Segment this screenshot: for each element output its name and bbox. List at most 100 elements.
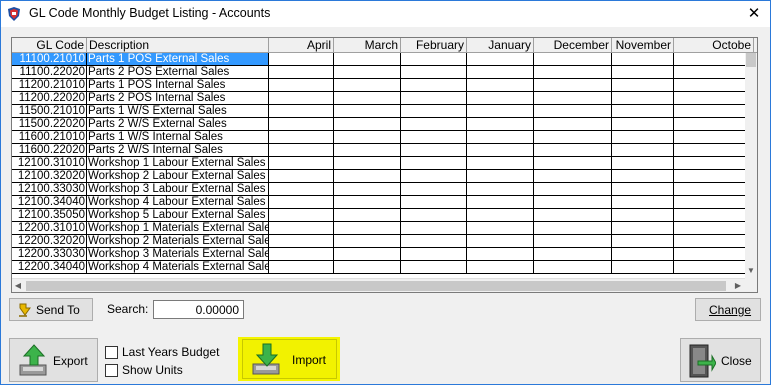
description-cell[interactable]: Parts 2 W/S External Sales <box>87 118 269 131</box>
budget-cell[interactable] <box>612 105 674 118</box>
description-cell[interactable]: Workshop 2 Materials External Sales <box>87 235 269 248</box>
budget-cell[interactable] <box>467 248 534 261</box>
budget-cell[interactable] <box>334 66 401 79</box>
scroll-down-icon[interactable]: ▼ <box>745 265 757 277</box>
budget-cell[interactable] <box>334 209 401 222</box>
budget-cell[interactable] <box>534 66 612 79</box>
description-cell[interactable]: Parts 1 POS Internal Sales <box>87 79 269 92</box>
description-cell[interactable]: Workshop 1 Materials External Sales <box>87 222 269 235</box>
table-row[interactable]: 12200.31010 Workshop 1 Materials External… <box>12 222 745 235</box>
budget-cell[interactable] <box>401 222 467 235</box>
description-cell[interactable]: Parts 1 W/S External Sales <box>87 105 269 118</box>
budget-cell[interactable] <box>401 105 467 118</box>
budget-cell[interactable] <box>269 170 334 183</box>
budget-cell[interactable] <box>467 105 534 118</box>
budget-cell[interactable] <box>612 157 674 170</box>
budget-cell[interactable] <box>334 261 401 274</box>
description-cell[interactable]: Parts 2 POS External Sales <box>87 66 269 79</box>
budget-cell[interactable] <box>674 92 745 105</box>
budget-cell[interactable] <box>674 131 745 144</box>
budget-cell[interactable] <box>467 131 534 144</box>
budget-cell[interactable] <box>401 248 467 261</box>
description-cell[interactable]: Parts 2 W/S Internal Sales <box>87 144 269 157</box>
budget-cell[interactable] <box>334 183 401 196</box>
budget-cell[interactable] <box>674 144 745 157</box>
budget-cell[interactable] <box>334 235 401 248</box>
budget-cell[interactable] <box>612 144 674 157</box>
budget-cell[interactable] <box>674 222 745 235</box>
budget-cell[interactable] <box>612 92 674 105</box>
budget-cell[interactable] <box>612 53 674 66</box>
budget-cell[interactable] <box>334 157 401 170</box>
budget-cell[interactable] <box>612 209 674 222</box>
budget-cell[interactable] <box>467 196 534 209</box>
table-row[interactable]: 11100.21010 Parts 1 POS External Sales <box>12 53 745 66</box>
gl-code-cell[interactable]: 11500.21010 <box>12 105 87 118</box>
budget-cell[interactable] <box>467 170 534 183</box>
description-cell[interactable]: Workshop 4 Materials External Sales <box>87 261 269 274</box>
budget-cell[interactable] <box>334 105 401 118</box>
budget-cell[interactable] <box>401 261 467 274</box>
budget-cell[interactable] <box>612 118 674 131</box>
budget-cell[interactable] <box>467 222 534 235</box>
budget-cell[interactable] <box>334 196 401 209</box>
budget-cell[interactable] <box>674 235 745 248</box>
budget-cell[interactable] <box>534 79 612 92</box>
gl-code-cell[interactable]: 12100.33030 <box>12 183 87 196</box>
budget-cell[interactable] <box>534 222 612 235</box>
gl-code-cell[interactable]: 12200.33030 <box>12 248 87 261</box>
table-row[interactable]: 12200.33030 Workshop 3 Materials External… <box>12 248 745 261</box>
table-row[interactable]: 11100.22020 Parts 2 POS External Sales <box>12 66 745 79</box>
table-row[interactable]: 11600.22020 Parts 2 W/S Internal Sales <box>12 144 745 157</box>
budget-cell[interactable] <box>269 248 334 261</box>
budget-cell[interactable] <box>401 170 467 183</box>
budget-cell[interactable] <box>534 235 612 248</box>
table-row[interactable]: 12200.32020 Workshop 2 Materials External… <box>12 235 745 248</box>
budget-cell[interactable] <box>269 157 334 170</box>
gl-code-cell[interactable]: 12100.35050 <box>12 209 87 222</box>
budget-cell[interactable] <box>612 131 674 144</box>
budget-cell[interactable] <box>401 235 467 248</box>
budget-cell[interactable] <box>674 79 745 92</box>
budget-cell[interactable] <box>467 157 534 170</box>
gl-code-cell[interactable]: 12200.34040 <box>12 261 87 274</box>
vertical-scrollbar[interactable]: ▼ <box>745 53 757 278</box>
budget-cell[interactable] <box>401 183 467 196</box>
column-header[interactable]: April <box>269 38 334 53</box>
gl-code-cell[interactable]: 11600.21010 <box>12 131 87 144</box>
budget-cell[interactable] <box>674 196 745 209</box>
budget-cell[interactable] <box>467 66 534 79</box>
budget-cell[interactable] <box>534 196 612 209</box>
budget-cell[interactable] <box>269 92 334 105</box>
budget-cell[interactable] <box>467 209 534 222</box>
budget-cell[interactable] <box>401 131 467 144</box>
description-cell[interactable]: Workshop 5 Labour External Sales <box>87 209 269 222</box>
budget-cell[interactable] <box>467 261 534 274</box>
scroll-left-icon[interactable]: ◀ <box>12 279 24 292</box>
gl-code-cell[interactable]: 12100.32020 <box>12 170 87 183</box>
budget-cell[interactable] <box>467 235 534 248</box>
description-cell[interactable]: Workshop 3 Labour External Sales <box>87 183 269 196</box>
budget-cell[interactable] <box>467 92 534 105</box>
table-row[interactable]: 12100.32020 Workshop 2 Labour External Sa… <box>12 170 745 183</box>
budget-cell[interactable] <box>334 131 401 144</box>
budget-cell[interactable] <box>674 209 745 222</box>
gl-code-cell[interactable]: 12100.34040 <box>12 196 87 209</box>
budget-cell[interactable] <box>612 183 674 196</box>
budget-cell[interactable] <box>612 222 674 235</box>
budget-cell[interactable] <box>269 235 334 248</box>
budget-cell[interactable] <box>269 222 334 235</box>
show-units-checkbox[interactable] <box>105 364 118 377</box>
budget-cell[interactable] <box>269 131 334 144</box>
search-input[interactable]: 0.00000 <box>153 300 244 319</box>
budget-cell[interactable] <box>269 105 334 118</box>
table-row[interactable]: 12200.34040 Workshop 4 Materials External… <box>12 261 745 274</box>
send-to-button[interactable]: Send To <box>9 298 93 321</box>
budget-cell[interactable] <box>674 53 745 66</box>
budget-cell[interactable] <box>534 248 612 261</box>
budget-cell[interactable] <box>674 183 745 196</box>
budget-cell[interactable] <box>534 131 612 144</box>
table-row[interactable]: 12100.35050 Workshop 5 Labour External Sa… <box>12 209 745 222</box>
budget-cell[interactable] <box>334 53 401 66</box>
column-header[interactable]: November <box>612 38 674 53</box>
